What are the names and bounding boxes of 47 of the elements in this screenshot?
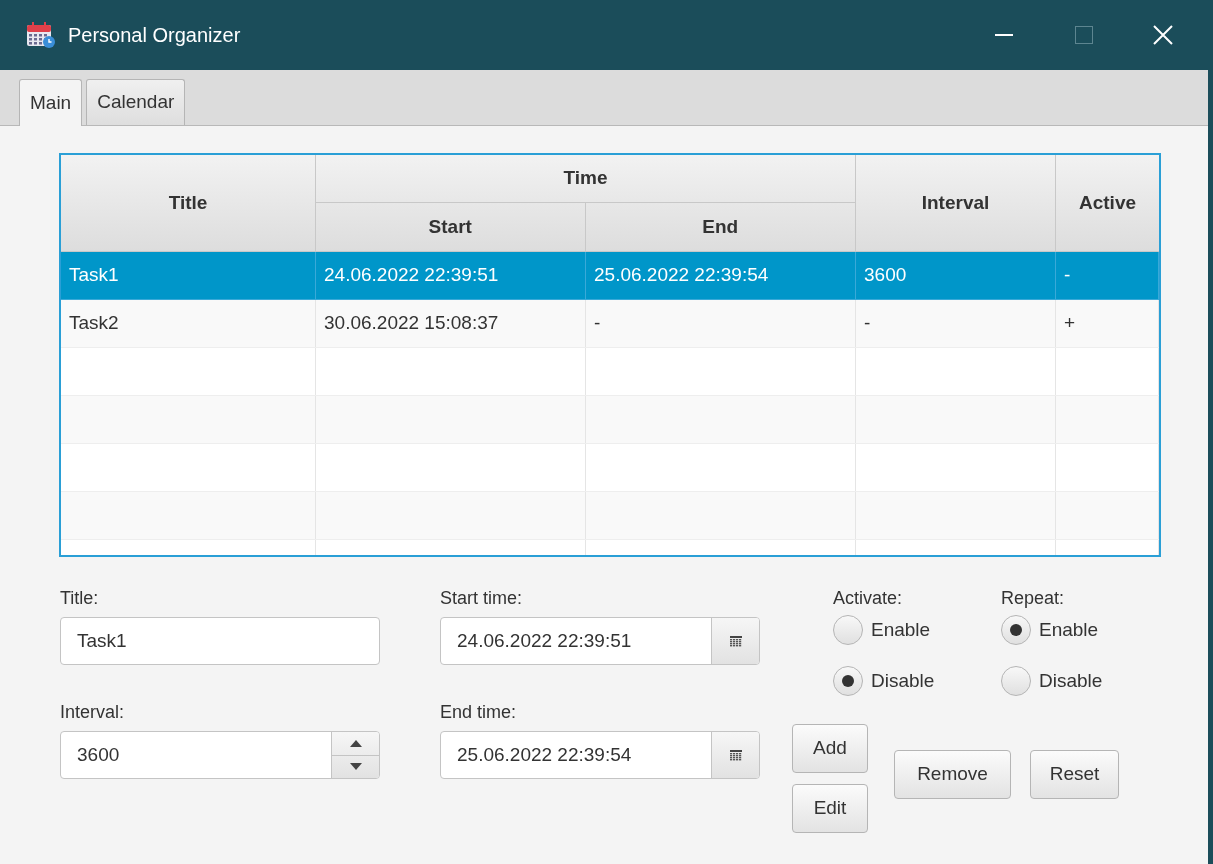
group-label: Repeat: — [1001, 587, 1066, 610]
calendar-icon — [729, 749, 742, 761]
table-cell: - — [1056, 252, 1159, 299]
calendar-button[interactable] — [711, 732, 759, 778]
column-header[interactable]: Active — [1056, 155, 1159, 251]
date-field[interactable]: 24.06.2022 22:39:51 — [440, 617, 760, 665]
table-cell: 24.06.2022 22:39:51 — [316, 252, 586, 299]
column-header[interactable]: Start — [316, 203, 586, 251]
action-button[interactable]: Edit — [792, 784, 868, 833]
calendar-app-icon — [27, 22, 55, 48]
column-header[interactable]: Interval — [856, 155, 1056, 251]
close-icon[interactable] — [1153, 25, 1173, 45]
table-cell: 3600 — [856, 252, 1056, 299]
group-label: Activate: — [833, 587, 904, 610]
table-cell: - — [856, 300, 1056, 347]
field-label: Title: — [60, 587, 100, 610]
maximize-icon — [1075, 26, 1093, 44]
window-title: Personal Organizer — [68, 23, 241, 48]
field-label: Start time: — [440, 587, 524, 610]
field-label: End time: — [440, 701, 518, 724]
table-row[interactable]: Task2 30.06.2022 15:08:37 - - + — [61, 300, 1159, 348]
calendar-icon — [729, 635, 742, 647]
radio-option[interactable]: Enable — [833, 612, 1001, 648]
table-cell: + — [1056, 300, 1159, 347]
calendar-button[interactable] — [711, 618, 759, 664]
table-cell: 25.06.2022 22:39:54 — [586, 252, 856, 299]
radio-option[interactable]: Disable — [1001, 663, 1103, 699]
field-label: Interval: — [60, 701, 126, 724]
radio-option[interactable]: Enable — [1001, 612, 1103, 648]
column-header[interactable]: Title — [61, 155, 316, 251]
up-arrow-icon[interactable] — [349, 739, 362, 747]
action-button[interactable]: Reset — [1030, 750, 1119, 799]
action-button[interactable]: Remove — [894, 750, 1011, 799]
table-cell: Task2 — [61, 300, 316, 347]
column-header[interactable]: End — [585, 203, 855, 251]
table-cell: 30.06.2022 15:08:37 — [316, 300, 586, 347]
title-field[interactable]: Task1 — [60, 617, 380, 665]
interval-spinner[interactable]: 3600 — [60, 731, 380, 779]
table-cell: - — [586, 300, 856, 347]
action-button[interactable]: Add — [792, 724, 868, 773]
radio-option[interactable]: Disable — [833, 663, 1001, 699]
date-field[interactable]: 25.06.2022 22:39:54 — [440, 731, 760, 779]
tab[interactable]: Main — [19, 79, 83, 126]
column-header: Time — [316, 155, 855, 203]
tab[interactable]: Calendar — [86, 79, 186, 125]
table-cell: Task1 — [61, 252, 316, 299]
down-arrow-icon[interactable] — [349, 763, 362, 771]
